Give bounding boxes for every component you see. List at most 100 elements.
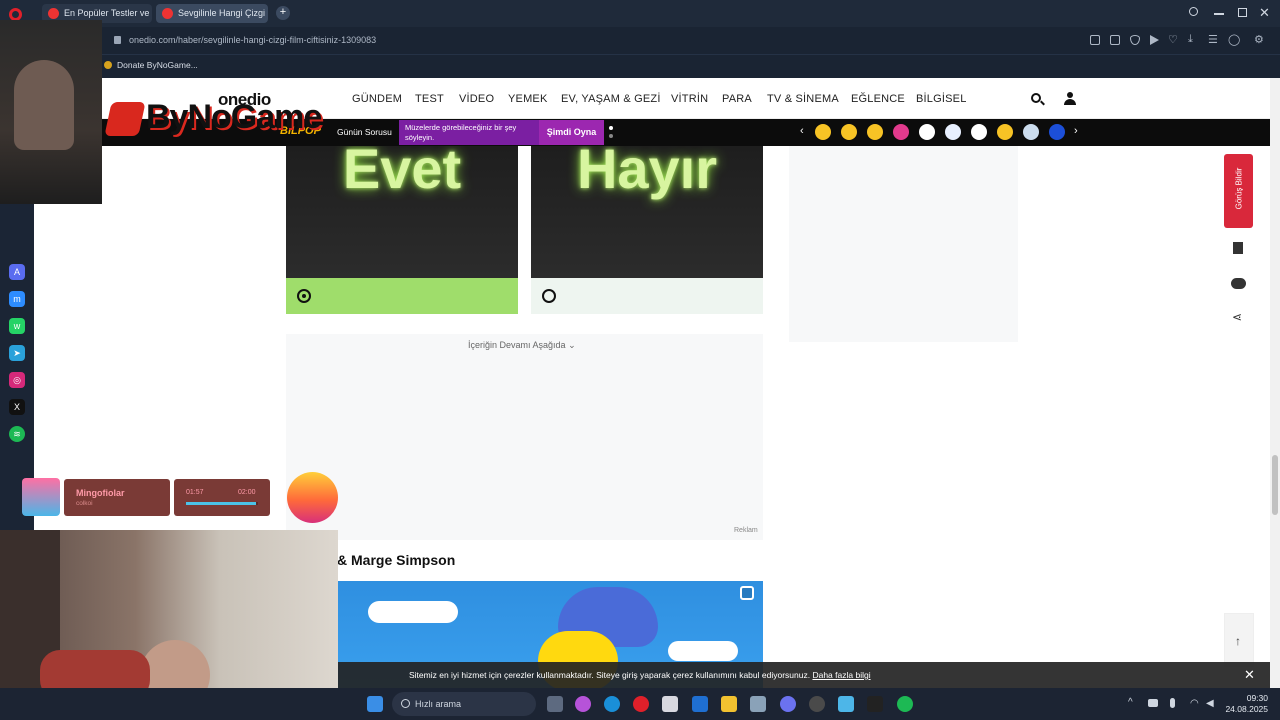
camera-icon[interactable] bbox=[1090, 35, 1100, 45]
minimize-button[interactable] bbox=[1214, 13, 1224, 15]
discord-icon[interactable] bbox=[780, 696, 796, 712]
nav-yemek[interactable]: YEMEK bbox=[508, 93, 548, 105]
share-icon[interactable]: ⋖ bbox=[1232, 310, 1246, 324]
brand-badge-icon[interactable] bbox=[919, 124, 935, 140]
close-window-button[interactable]: ✕ bbox=[1259, 5, 1270, 21]
wifi-icon[interactable]: ◠ bbox=[1190, 698, 1199, 709]
bookmark-icon[interactable] bbox=[1233, 242, 1243, 254]
onedio-favicon-icon bbox=[162, 8, 173, 19]
nav-eglence[interactable]: EĞLENCE bbox=[851, 93, 905, 105]
radio-unselected[interactable] bbox=[542, 289, 556, 303]
battery-icon[interactable] bbox=[1148, 699, 1158, 707]
maximize-button[interactable] bbox=[1238, 8, 1247, 17]
page-scrollbar-thumb[interactable] bbox=[1272, 455, 1278, 515]
laugh-emoji-icon[interactable] bbox=[867, 124, 883, 140]
aria-icon[interactable]: A bbox=[9, 264, 25, 280]
windows-start-icon[interactable] bbox=[367, 696, 383, 712]
spotify-icon[interactable]: ≋ bbox=[9, 426, 25, 442]
chevron-right-icon[interactable]: › bbox=[1074, 125, 1078, 137]
brand-badge-icon[interactable] bbox=[945, 124, 961, 140]
love-emoji-icon[interactable] bbox=[815, 124, 831, 140]
brand-badge-icon[interactable] bbox=[997, 124, 1013, 140]
fullscreen-icon[interactable] bbox=[740, 586, 754, 600]
task-view-icon[interactable] bbox=[547, 696, 563, 712]
play-now-button[interactable]: Şimdi Oyna bbox=[539, 120, 604, 145]
download-icon[interactable]: ⤓ bbox=[1188, 33, 1193, 46]
new-tab-button[interactable]: + bbox=[276, 6, 290, 20]
taskbar-search[interactable]: Hızlı arama bbox=[392, 692, 536, 716]
nav-ev-yasam[interactable]: EV, YAŞAM & GEZİ bbox=[561, 93, 661, 105]
poll-option-yes-select[interactable] bbox=[286, 278, 518, 314]
outlook-icon[interactable] bbox=[692, 696, 708, 712]
telegram-icon[interactable]: ➤ bbox=[9, 345, 25, 361]
music-artist: colkoi bbox=[76, 500, 93, 507]
reaction-strip bbox=[815, 124, 1070, 141]
brand-badge-icon[interactable] bbox=[1049, 124, 1065, 140]
cookie-more-info-link[interactable]: Daha fazla bilgi bbox=[812, 670, 870, 680]
messenger-icon[interactable]: m bbox=[9, 291, 25, 307]
brand-badge-icon[interactable] bbox=[893, 124, 909, 140]
sad-emoji-icon[interactable] bbox=[841, 124, 857, 140]
edge-icon[interactable] bbox=[604, 696, 620, 712]
snapshot-icon[interactable] bbox=[1110, 35, 1120, 45]
search-icon bbox=[401, 699, 410, 708]
stream-logo-mark-icon bbox=[104, 102, 146, 136]
windows-taskbar: Hızlı arama ^ ◠ ◀ 09:30 24.08.2025 bbox=[0, 688, 1280, 720]
copilot-icon[interactable] bbox=[575, 696, 591, 712]
comments-icon[interactable] bbox=[1231, 278, 1246, 289]
settings-icon[interactable]: ⚙ bbox=[1254, 33, 1264, 46]
microphone-icon[interactable] bbox=[1170, 698, 1175, 708]
account-icon[interactable]: ◯ bbox=[1228, 33, 1240, 46]
file-explorer-icon[interactable] bbox=[721, 696, 737, 712]
promo-text: Müzelerde görebileceğiniz bir şey söyley… bbox=[405, 123, 517, 142]
tab-cartoon-couple[interactable]: Sevgilinle Hangi Çizgi Film bbox=[156, 4, 268, 23]
continue-below-label[interactable]: İçeriğin Devamı Aşağıda ⌄ bbox=[468, 340, 576, 351]
feedback-button[interactable]: Görüş Bildir bbox=[1224, 154, 1253, 228]
opera-icon[interactable] bbox=[633, 696, 649, 712]
whatsapp-icon[interactable]: w bbox=[9, 318, 25, 334]
sunset-badge-icon bbox=[287, 472, 338, 523]
capcut-icon[interactable] bbox=[867, 696, 883, 712]
search-icon[interactable] bbox=[1189, 7, 1198, 16]
obs-icon[interactable] bbox=[809, 696, 825, 712]
brand-badge-icon[interactable] bbox=[971, 124, 987, 140]
search-icon-handle bbox=[1040, 100, 1045, 106]
x-icon[interactable]: X bbox=[9, 399, 25, 415]
poll-option-no-image[interactable]: Hayır bbox=[531, 146, 763, 278]
notepad-icon[interactable] bbox=[838, 696, 854, 712]
nav-tv-sinema[interactable]: TV & SİNEMA bbox=[767, 93, 839, 105]
radio-selected[interactable] bbox=[297, 289, 311, 303]
right-ad-slot bbox=[789, 146, 1018, 342]
promo-box[interactable]: Müzelerde görebileceğiniz bir şey söyley… bbox=[399, 120, 539, 145]
chevron-up-icon[interactable]: ^ bbox=[1128, 697, 1133, 708]
carousel-dot[interactable] bbox=[609, 134, 613, 138]
play-icon[interactable] bbox=[1150, 35, 1159, 45]
nav-bilgisel[interactable]: BİLGİSEL bbox=[916, 93, 967, 105]
chevron-left-icon[interactable]: ‹ bbox=[800, 125, 804, 137]
scroll-top-button[interactable]: ↑ bbox=[1224, 613, 1254, 667]
page-scrollbar[interactable] bbox=[1270, 78, 1280, 688]
spotify-icon[interactable] bbox=[897, 696, 913, 712]
nav-vitrin[interactable]: VİTRİN bbox=[671, 93, 708, 105]
clock[interactable]: 09:30 24.08.2025 bbox=[1224, 693, 1268, 715]
nav-video[interactable]: VİDEO bbox=[459, 93, 494, 105]
user-icon[interactable] bbox=[1064, 92, 1076, 105]
stream-logo-text: ByNoGame bbox=[146, 98, 322, 136]
heart-icon[interactable]: ♡ bbox=[1168, 33, 1178, 46]
store-icon[interactable] bbox=[662, 696, 678, 712]
nav-test[interactable]: TEST bbox=[415, 93, 444, 105]
menu-icon[interactable]: ☰ bbox=[1208, 33, 1218, 46]
shield-icon[interactable] bbox=[1130, 35, 1140, 45]
instagram-icon[interactable]: ◎ bbox=[9, 372, 25, 388]
volume-icon[interactable]: ◀ bbox=[1206, 698, 1214, 709]
music-widget-info[interactable]: Mingofiolar colkoi bbox=[64, 479, 170, 516]
radio-dot bbox=[302, 294, 306, 298]
continue-below-text: İçeriğin Devamı Aşağıda bbox=[468, 340, 566, 350]
poll-option-no-select[interactable] bbox=[531, 278, 763, 314]
nav-para[interactable]: PARA bbox=[722, 93, 752, 105]
app-icon[interactable] bbox=[750, 696, 766, 712]
brand-badge-icon[interactable] bbox=[1023, 124, 1039, 140]
carousel-dot[interactable] bbox=[609, 126, 613, 130]
close-icon[interactable]: ✕ bbox=[1244, 667, 1255, 683]
poll-option-yes-image[interactable]: Evet bbox=[286, 146, 518, 278]
